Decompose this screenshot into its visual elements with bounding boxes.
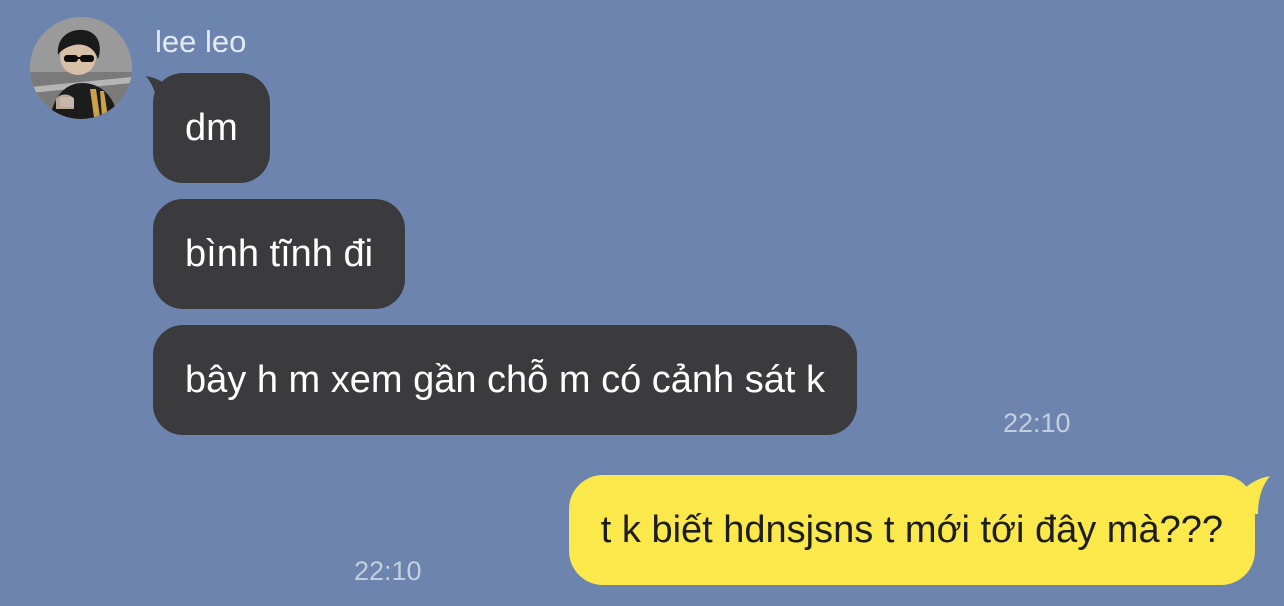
outgoing-message-bubble[interactable]: t k biết hdnsjsns t mới tới đây mà??? bbox=[568, 475, 1255, 585]
message-text: t k biết hdnsjsns t mới tới đây mà??? bbox=[600, 509, 1223, 551]
incoming-message-bubble[interactable]: bình tĩnh đi bbox=[153, 199, 406, 309]
incoming-timestamp: 22:10 bbox=[1003, 408, 1071, 438]
sender-name: lee leo bbox=[155, 24, 247, 59]
message-text: bình tĩnh đi bbox=[185, 233, 374, 275]
incoming-message-bubble[interactable]: dm bbox=[153, 73, 270, 183]
avatar-photo-icon bbox=[30, 17, 132, 119]
avatar[interactable] bbox=[30, 17, 132, 119]
message-text: dm bbox=[185, 107, 238, 149]
outgoing-timestamp: 22:10 bbox=[354, 556, 422, 586]
message-text: bây h m xem gần chỗ m có cảnh sát k bbox=[185, 359, 825, 401]
incoming-message-bubble[interactable]: bây h m xem gần chỗ m có cảnh sát k bbox=[153, 325, 857, 435]
